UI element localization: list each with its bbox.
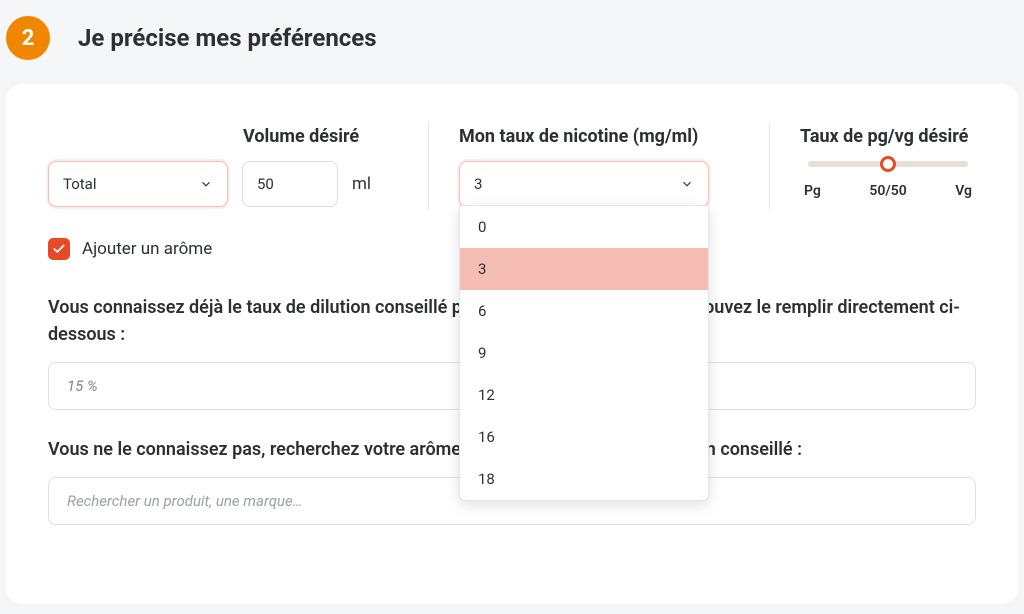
volume-value: 50 — [257, 175, 274, 193]
nicotine-option[interactable]: 9 — [460, 332, 708, 374]
volume-type-value: Total — [63, 175, 97, 193]
volume-value-input[interactable]: 50 — [242, 161, 338, 207]
nicotine-selected-value: 3 — [474, 175, 482, 193]
preferences-card: Volume désiré Total 50 ml Mon taux de ni… — [6, 84, 1018, 604]
chevron-down-icon — [680, 177, 694, 191]
nicotine-option[interactable]: 12 — [460, 374, 708, 416]
volume-section: Volume désiré Total 50 ml — [48, 126, 398, 207]
volume-unit: ml — [352, 174, 371, 194]
pgvg-slider[interactable] — [808, 161, 968, 167]
dilution-value: 15 % — [67, 377, 98, 395]
nicotine-option[interactable]: 3 — [460, 248, 708, 290]
aroma-checkbox-label: Ajouter un arôme — [82, 239, 212, 259]
nicotine-select[interactable]: 3 — [459, 161, 709, 207]
nicotine-dropdown: 0 3 6 9 12 16 18 — [459, 205, 709, 501]
nicotine-section: Mon taux de nicotine (mg/ml) 3 0 3 6 9 1… — [459, 126, 739, 207]
nicotine-label: Mon taux de nicotine (mg/ml) — [459, 126, 739, 147]
divider — [769, 122, 770, 210]
aroma-checkbox[interactable] — [48, 238, 70, 260]
divider — [428, 122, 429, 210]
nicotine-option[interactable]: 6 — [460, 290, 708, 332]
pgvg-right-label: Vg — [955, 183, 972, 199]
volume-label: Volume désiré — [243, 126, 398, 147]
volume-type-select[interactable]: Total — [48, 161, 228, 207]
aroma-search-placeholder: Rechercher un produit, une marque… — [67, 492, 303, 510]
pgvg-center-label: 50/50 — [869, 183, 906, 199]
nicotine-option[interactable]: 16 — [460, 416, 708, 458]
nicotine-option[interactable]: 0 — [460, 206, 708, 248]
pgvg-section: Taux de pg/vg désiré Pg 50/50 Vg — [800, 126, 976, 199]
step-header: 2 Je précise mes préférences — [0, 0, 1024, 84]
nicotine-option[interactable]: 18 — [460, 458, 708, 500]
pgvg-label: Taux de pg/vg désiré — [800, 126, 976, 147]
pgvg-slider-thumb[interactable] — [880, 156, 896, 172]
pgvg-left-label: Pg — [804, 183, 821, 199]
step-title: Je précise mes préférences — [78, 24, 377, 52]
step-number-badge: 2 — [6, 16, 50, 60]
chevron-down-icon — [199, 177, 213, 191]
